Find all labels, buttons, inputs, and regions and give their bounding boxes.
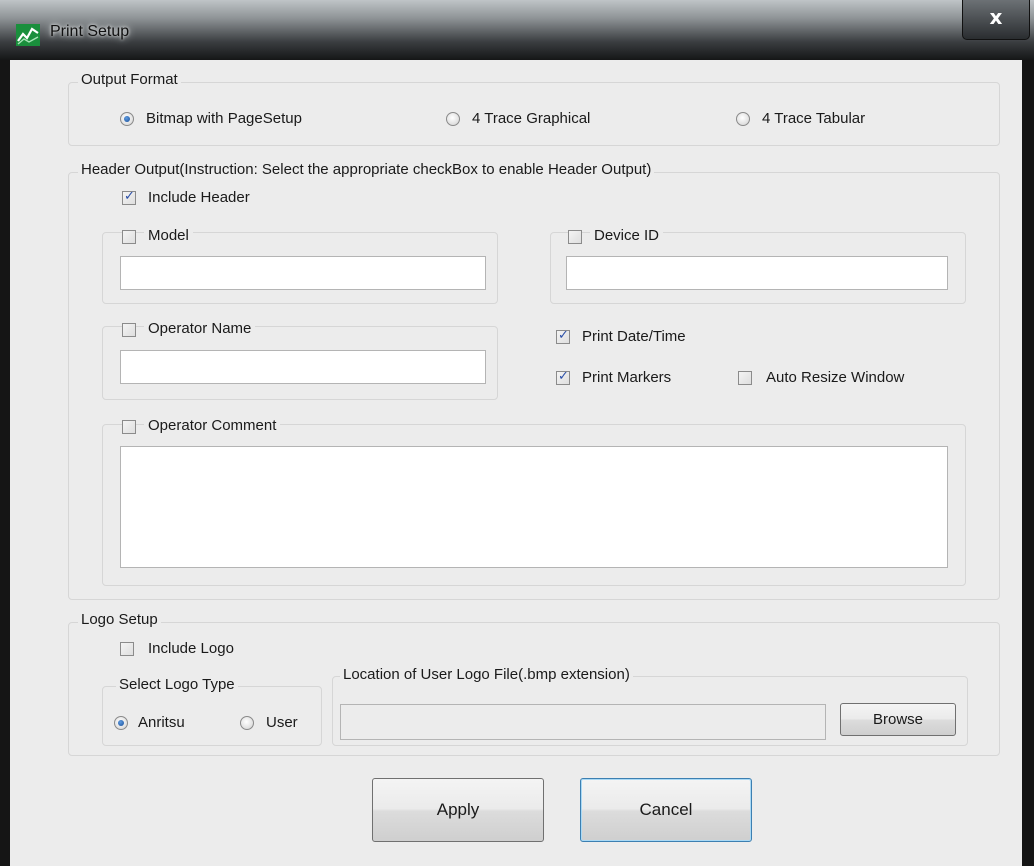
window-frame-left	[0, 60, 10, 866]
close-icon: x	[989, 5, 1003, 29]
operator-name-input[interactable]	[120, 350, 486, 384]
print-datetime-label[interactable]: Print Date/Time	[582, 328, 686, 345]
device-id-input[interactable]	[566, 256, 948, 290]
trace-tabular-radio[interactable]	[736, 112, 750, 126]
window-title: Print Setup	[50, 23, 130, 40]
output-format-title: Output Format	[78, 71, 181, 88]
model-input[interactable]	[120, 256, 486, 290]
logo-location-title: Location of User Logo File(.bmp extensio…	[340, 666, 633, 683]
bitmap-pagesetup-radio[interactable]	[120, 112, 134, 126]
operator-comment-textarea[interactable]	[120, 446, 948, 568]
browse-button[interactable]: Browse	[840, 703, 956, 736]
anritsu-label[interactable]: Anritsu	[138, 714, 185, 731]
operator-name-label[interactable]: Operator Name	[144, 320, 256, 337]
include-logo-label[interactable]: Include Logo	[148, 640, 234, 657]
operator-comment-checkbox[interactable]	[122, 420, 136, 434]
close-button[interactable]: x	[962, 0, 1030, 40]
print-datetime-checkbox[interactable]	[556, 328, 570, 344]
logo-type-title: Select Logo Type	[116, 676, 238, 693]
include-header-checkbox[interactable]	[122, 189, 136, 205]
window-frame-right	[1022, 60, 1034, 866]
operator-name-checkbox[interactable]	[122, 323, 136, 337]
trace-graphical-radio[interactable]	[446, 112, 460, 126]
title-bar: Print Setup x	[0, 0, 1034, 60]
device-id-checkbox[interactable]	[568, 230, 582, 244]
apply-button[interactable]: Apply	[372, 778, 544, 842]
app-logo-icon	[16, 24, 40, 46]
print-markers-checkbox[interactable]	[556, 369, 570, 385]
include-header-label[interactable]: Include Header	[148, 189, 250, 206]
print-markers-label[interactable]: Print Markers	[582, 369, 671, 386]
trace-graphical-label[interactable]: 4 Trace Graphical	[472, 110, 590, 127]
auto-resize-checkbox[interactable]	[738, 371, 752, 385]
dialog-client-area: Output Format Bitmap with PageSetup 4 Tr…	[10, 60, 1022, 866]
logo-setup-title: Logo Setup	[78, 611, 161, 628]
device-id-label[interactable]: Device ID	[590, 227, 664, 244]
user-radio[interactable]	[240, 716, 254, 730]
model-checkbox[interactable]	[122, 230, 136, 244]
trace-tabular-label[interactable]: 4 Trace Tabular	[762, 110, 865, 127]
model-label[interactable]: Model	[144, 227, 193, 244]
include-logo-checkbox[interactable]	[120, 642, 134, 656]
user-label[interactable]: User	[266, 714, 298, 731]
anritsu-radio[interactable]	[114, 716, 128, 730]
bitmap-pagesetup-label[interactable]: Bitmap with PageSetup	[146, 110, 302, 127]
logo-file-path-input[interactable]	[340, 704, 826, 740]
header-output-title: Header Output(Instruction: Select the ap…	[78, 161, 655, 178]
operator-comment-label[interactable]: Operator Comment	[144, 417, 281, 434]
cancel-button[interactable]: Cancel	[580, 778, 752, 842]
auto-resize-label[interactable]: Auto Resize Window	[766, 369, 904, 386]
